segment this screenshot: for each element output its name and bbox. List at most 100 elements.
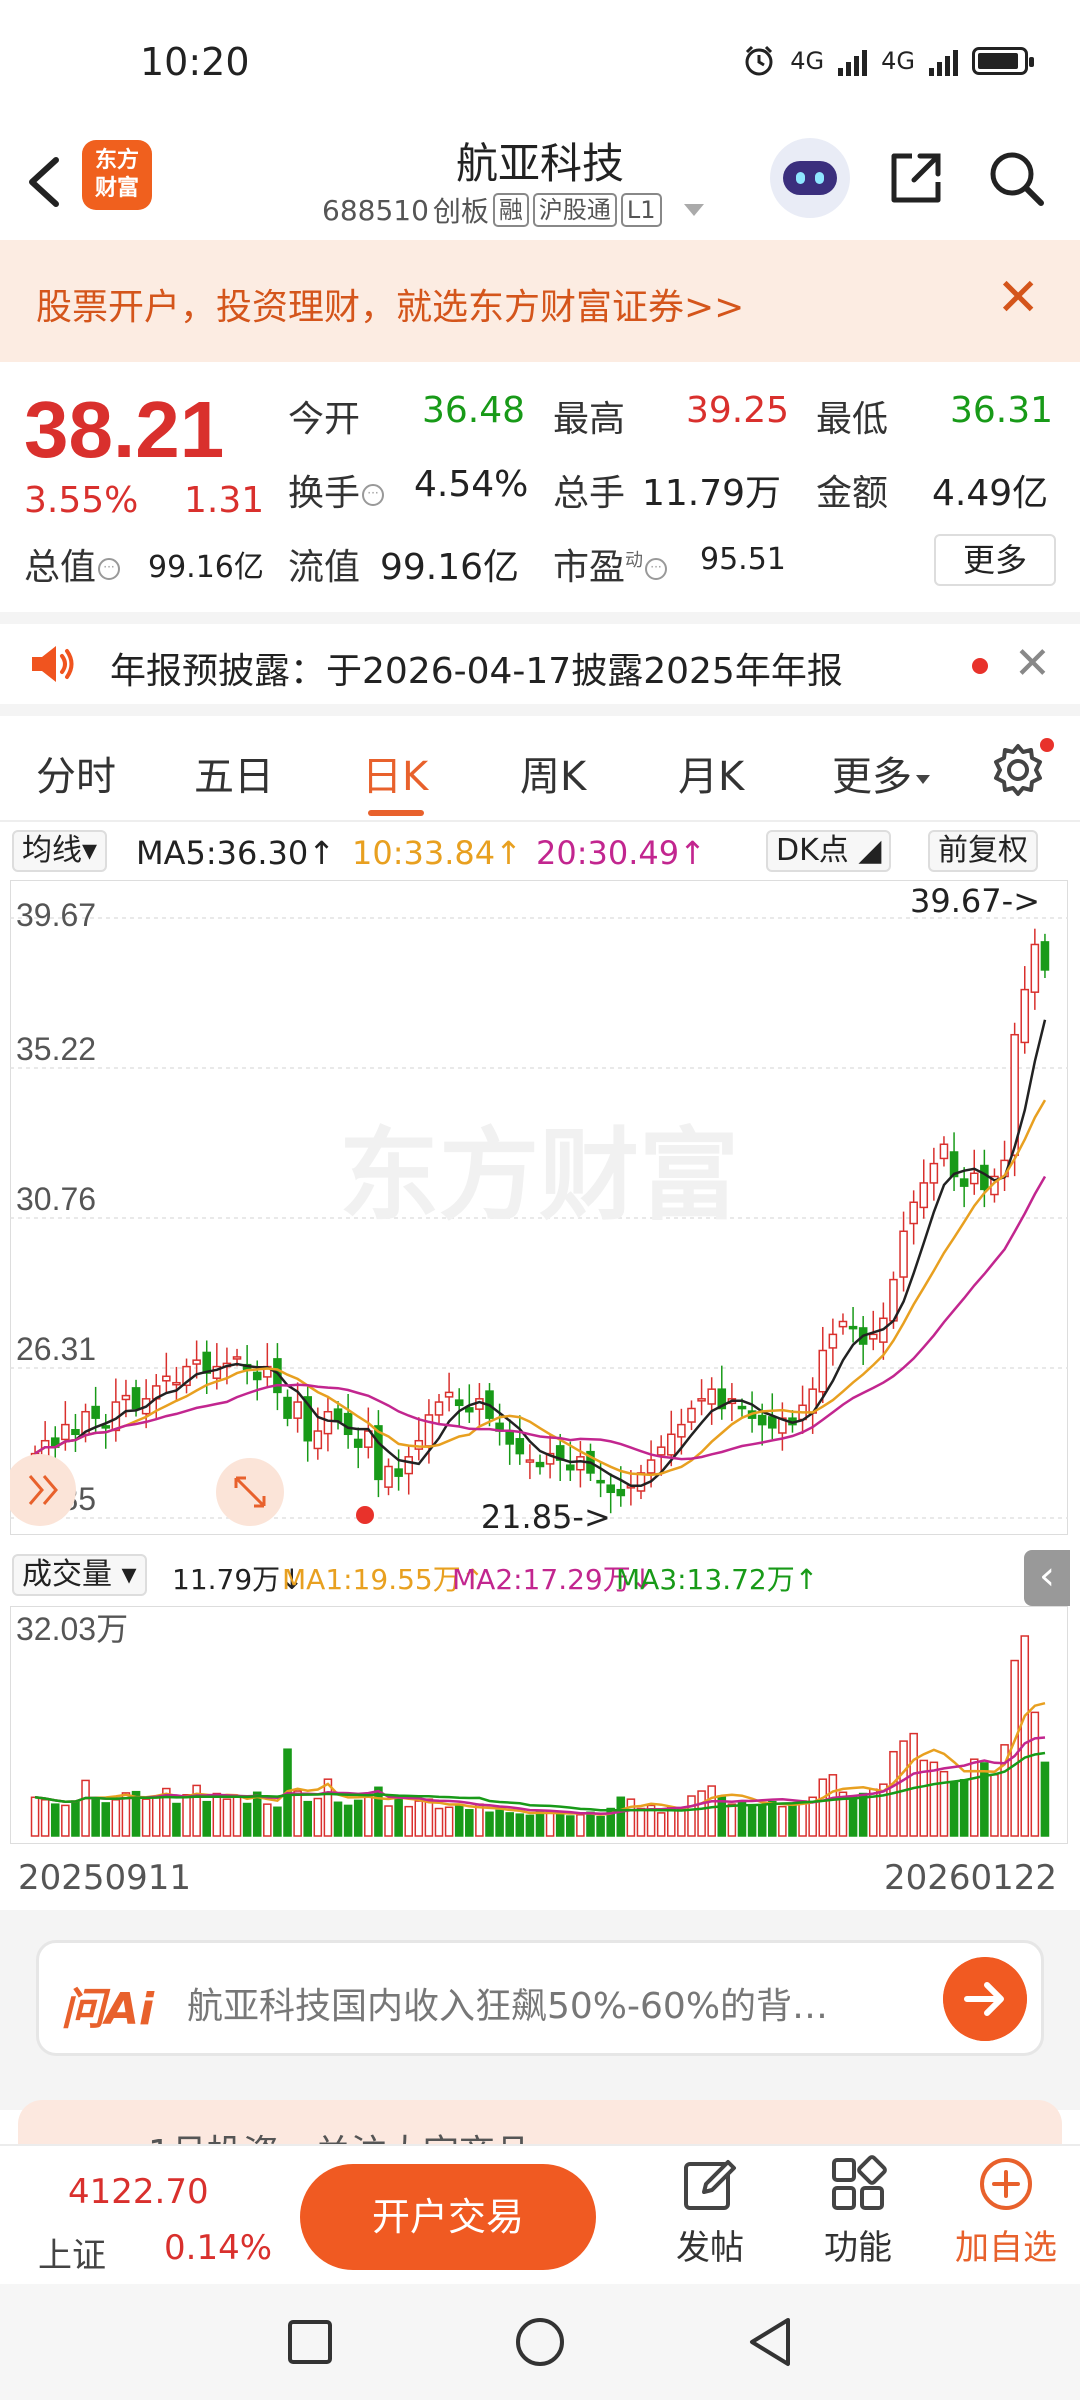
arrow-right-icon[interactable] [943, 1957, 1027, 2041]
volume-bar [788, 1804, 797, 1837]
tab-more[interactable]: 更多 [832, 744, 930, 802]
volume-bar [303, 1800, 313, 1837]
back-icon[interactable] [742, 2314, 798, 2370]
volume-bar [364, 1795, 373, 1837]
current-price: 38.21 [24, 385, 225, 474]
candle-body [818, 1349, 828, 1393]
volume-bar [778, 1805, 787, 1837]
tab-daily-k[interactable]: 日K [362, 744, 428, 802]
volume-bar [333, 1801, 343, 1837]
tab-five-day[interactable]: 五日 [194, 744, 274, 802]
close-icon[interactable]: ✕ [1014, 638, 1051, 690]
collapse-arrow-icon[interactable]: ‹ [1024, 1550, 1070, 1606]
pe-label: 市盈动 ··· [553, 538, 673, 590]
ai-assistant-avatar[interactable] [770, 138, 850, 218]
candle-body [636, 1472, 646, 1492]
candle-body [162, 1375, 171, 1382]
volume-axis-label: 32.03万 [16, 1611, 128, 1647]
candle-body [697, 1398, 706, 1402]
more-quote-button[interactable]: 更多 [934, 534, 1056, 586]
info-icon[interactable]: ··· [645, 558, 668, 580]
candle-body [737, 1405, 747, 1410]
volume-bar [909, 1732, 918, 1837]
bottom-action-bar: 4122.70 上证 0.14% 开户交易 发帖 功能 加自选 [0, 2144, 1080, 2284]
share-icon[interactable] [884, 146, 948, 210]
price-axis-label: 35.22 [16, 1031, 96, 1067]
unread-dot [972, 658, 988, 674]
tab-intraday[interactable]: 分时 [36, 744, 116, 802]
grid-icon [832, 2155, 887, 2210]
pe-value: 95.51 [700, 542, 786, 577]
tab-weekly-k[interactable]: 周K [520, 744, 586, 802]
candle-body [606, 1484, 615, 1494]
info-icon[interactable]: ··· [362, 484, 385, 506]
turnover-label: 换手 ··· [288, 464, 390, 516]
volume-bar [798, 1800, 807, 1837]
recents-icon[interactable] [282, 2314, 338, 2370]
volume-bar [848, 1795, 858, 1837]
volume-bar [71, 1800, 80, 1837]
ai-question-card[interactable]: 问Ai 航亚科技国内收入狂飙50%-60%的背… [36, 1940, 1044, 2056]
candle-body [980, 1164, 989, 1191]
candle-body [909, 1201, 918, 1225]
quote-panel: 38.21 3.55% 1.31 今开 36.48 最高 39.25 最低 36… [0, 362, 1080, 612]
turnover-value: 4.54% [414, 464, 529, 505]
candle-body [121, 1394, 131, 1401]
candle-body [394, 1468, 403, 1477]
active-tab-indicator [368, 810, 424, 816]
volume-bar [495, 1809, 504, 1837]
candle-body [596, 1479, 605, 1484]
home-icon[interactable] [512, 2314, 568, 2370]
volume-bar [576, 1814, 585, 1837]
volume-bar [424, 1798, 434, 1837]
board-label: 创板 [432, 195, 489, 228]
volume-bar [111, 1799, 121, 1837]
volume-bar [343, 1804, 353, 1837]
candle-body [757, 1414, 767, 1426]
close-icon[interactable]: ✕ [996, 270, 1040, 326]
candle-body [424, 1414, 434, 1447]
kline-chart[interactable]: 39.6735.2230.7626.3121.85东方财富39.67->21.8… [10, 880, 1068, 1535]
volume-bar [313, 1797, 323, 1837]
candle-body [969, 1172, 979, 1185]
candle-body [202, 1351, 212, 1374]
float-label: 流值 [288, 547, 361, 588]
volume-bar [949, 1781, 959, 1837]
volume-bar [263, 1803, 272, 1837]
volume-bar [353, 1799, 363, 1837]
candle-body [767, 1416, 777, 1429]
functions-button[interactable]: 功能 [798, 2154, 918, 2284]
stock-code-row[interactable]: 688510 创板 融 沪股通 L1 [322, 190, 704, 230]
volume-bar [101, 1802, 111, 1837]
candle-body [232, 1356, 242, 1360]
volume-bar [636, 1807, 646, 1837]
network-label-2: 4G [881, 47, 915, 75]
add-watchlist-button[interactable]: 加自选 [946, 2154, 1066, 2284]
open-account-trade-button[interactable]: 开户交易 [300, 2164, 596, 2270]
volume-bar [767, 1800, 777, 1837]
volume-bar [242, 1802, 252, 1837]
adjust-button[interactable]: 前复权 [928, 830, 1038, 872]
candle-body [414, 1439, 424, 1450]
notice-bar[interactable]: 年报预披露：于2026-04-17披露2025年年报 ✕ [0, 624, 1080, 704]
promo-banner[interactable]: 股票开户，投资理财，就选东方财富证券>> ✕ [0, 240, 1080, 362]
ma-selector[interactable]: 均线▾ [12, 830, 108, 872]
speaker-icon [32, 646, 74, 682]
ai-question-text: 航亚科技国内收入狂飙50%-60%的背… [187, 1986, 829, 2027]
candle-body [959, 1178, 969, 1187]
post-button[interactable]: 发帖 [650, 2154, 770, 2284]
info-icon[interactable]: ··· [98, 558, 121, 580]
ma5-value: MA5:36.30↑ [136, 834, 336, 872]
dk-point-button[interactable]: DK点 ◢ [766, 830, 892, 872]
volume-bar [990, 1774, 999, 1837]
price-axis-label: 39.67 [16, 897, 96, 933]
volume-indicator-row: 成交量 ▾ 11.79万↓ MA1:19.55万↑ MA2:17.29万↓ MA… [0, 1550, 1080, 1606]
search-icon[interactable] [984, 146, 1048, 210]
volume-selector[interactable]: 成交量 ▾ [12, 1554, 147, 1596]
tab-monthly-k[interactable]: 月K [678, 744, 744, 802]
gear-icon[interactable] [990, 742, 1046, 798]
low-label: 最低 [816, 399, 889, 440]
volume-chart[interactable]: 32.03万 [10, 1606, 1068, 1844]
candle-body [1020, 988, 1030, 1044]
volume-bar [596, 1815, 605, 1837]
